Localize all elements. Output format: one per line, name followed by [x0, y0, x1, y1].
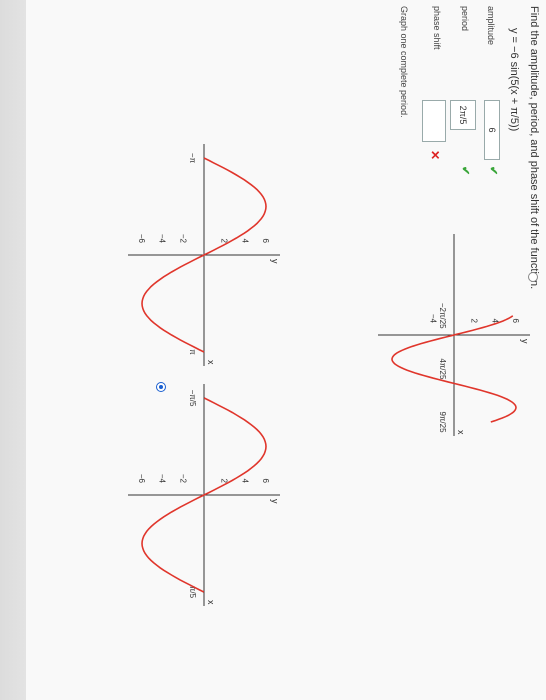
y-axis-label: y — [270, 259, 280, 264]
graph-prompt: Graph one complete period. — [399, 6, 409, 118]
phase-shift-cross-icon: ✕ — [428, 150, 442, 161]
y-axis-label: y — [520, 339, 530, 344]
graph-option-a: xy642−2−4−6−ππ — [128, 144, 280, 366]
graph-option-c: xy642−4 −2π/254π/259π/25 — [378, 234, 530, 436]
screen: Find the amplitude, period, and phase sh… — [0, 0, 546, 700]
y-tick-label: 6 — [261, 479, 270, 484]
amplitude-label: amplitude — [486, 6, 496, 46]
y-tick-label: −4 — [158, 474, 167, 484]
x-axis-label: x — [206, 600, 216, 605]
period-check-icon: ✔ — [459, 166, 471, 176]
y-tick-label: −6 — [137, 234, 146, 244]
x-tick-label: 9π/25 — [438, 411, 447, 433]
y-tick-label: 6 — [511, 319, 520, 324]
graph-option-b: xy642−2−4−6−π/5π/5 — [128, 384, 280, 606]
y-tick-label: 4 — [240, 239, 249, 244]
phase-shift-label: phase shift — [432, 6, 442, 50]
function-expression: y = −6 sin(5(x + π/5)) — [508, 28, 520, 132]
period-label: period — [460, 6, 470, 32]
amplitude-check-icon: ✔ — [487, 166, 499, 176]
x-tick-label: −π — [188, 153, 197, 164]
x-axis-label: x — [206, 360, 216, 365]
period-input[interactable]: 2π/5 — [450, 100, 476, 130]
y-tick-label: −4 — [428, 314, 437, 324]
phase-shift-input[interactable] — [422, 100, 446, 142]
y-tick-label: −2 — [178, 474, 187, 484]
x-tick-label: π — [188, 349, 197, 355]
amplitude-input[interactable]: 6 — [484, 100, 500, 160]
y-tick-label: −6 — [137, 474, 146, 484]
x-tick-label: −π/5 — [188, 390, 197, 407]
y-tick-label: −2 — [178, 234, 187, 244]
x-axis-label: x — [456, 430, 466, 435]
question-page: Find the amplitude, period, and phase sh… — [26, 0, 546, 700]
y-tick-label: 6 — [261, 239, 270, 244]
y-axis-label: y — [270, 499, 280, 504]
y-tick-label: −4 — [158, 234, 167, 244]
y-tick-label: 2 — [470, 319, 479, 324]
y-tick-label: 4 — [240, 479, 249, 484]
x-tick-label: 4π/25 — [438, 358, 447, 380]
x-tick-label: −2π/25 — [438, 303, 447, 329]
